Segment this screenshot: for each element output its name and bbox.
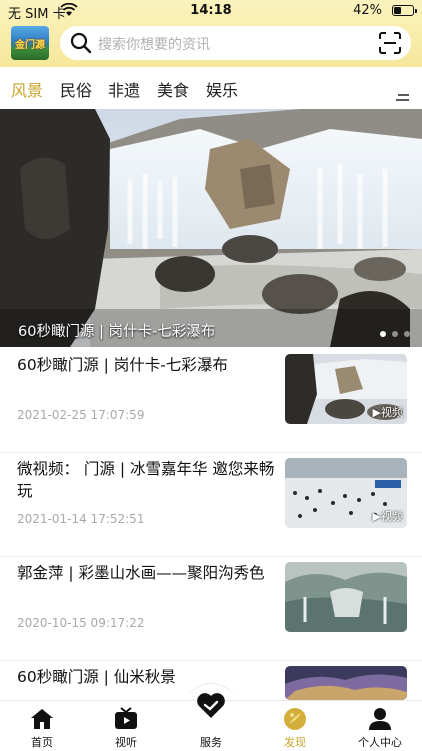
category-tab-entertainment[interactable]: 娱乐: [206, 77, 238, 101]
hero-caption: 60秒瞰门源 | 岗什卡-七彩瀑布: [18, 324, 216, 340]
video-badge-label: 视频: [381, 510, 403, 523]
tab-label: 发现: [284, 736, 306, 749]
hero-image: [0, 109, 422, 347]
hero-banner[interactable]: 60秒瞰门源 | 岗什卡-七彩瀑布: [0, 109, 422, 347]
battery-percent: 42%: [353, 3, 382, 18]
tab-label: 首页: [31, 736, 53, 749]
status-bar: 无 SIM 卡 14:18 42%: [0, 0, 422, 22]
carousel-indicator: [380, 331, 410, 337]
video-badge: ▶视频: [373, 404, 403, 420]
person-icon: [368, 707, 392, 731]
article-item[interactable]: 60秒瞰门源 | 岗什卡-七彩瀑布 2021-02-25 17:07:59 ▶视…: [0, 348, 422, 453]
tv-icon: [114, 707, 138, 731]
search-bar[interactable]: 搜索你想要的资讯: [60, 26, 411, 60]
tab-service[interactable]: 服务: [169, 693, 253, 751]
bottom-tab-bar: 首页 视听 服务 发现 个人中心: [0, 693, 422, 751]
battery-icon: [392, 5, 417, 16]
tab-label: 服务: [200, 736, 222, 749]
home-icon: [30, 707, 54, 731]
category-tab-food[interactable]: 美食: [157, 77, 189, 101]
search-icon: [69, 31, 93, 59]
carousel-dot[interactable]: [392, 331, 398, 337]
category-tabs: 风景 民俗 非遗 美食 娱乐: [0, 67, 422, 110]
article-title: 郭金萍 | 彩墨山水画——聚阳沟秀色: [17, 564, 265, 582]
tab-home[interactable]: 首页: [0, 701, 84, 751]
article-title: 微视频： 门源 | 冰雪嘉年华 邀您来畅玩: [17, 460, 275, 500]
discover-icon: [283, 707, 307, 731]
play-icon: ▶: [372, 510, 381, 523]
category-menu-icon[interactable]: [396, 87, 410, 106]
logo-text: 金门源: [15, 40, 45, 51]
carousel-dot[interactable]: [404, 331, 410, 337]
video-badge: ▶视频: [373, 508, 403, 524]
category-tab-folk[interactable]: 民俗: [60, 77, 92, 101]
tab-discover[interactable]: 发现: [253, 701, 337, 751]
search-placeholder: 搜索你想要的资讯: [98, 37, 210, 53]
app-logo[interactable]: 金门源: [11, 26, 49, 60]
article-title: 60秒瞰门源 | 岗什卡-七彩瀑布: [17, 356, 228, 374]
scan-icon[interactable]: [379, 32, 401, 58]
article-date: 2020-10-15 09:17:22: [17, 616, 145, 630]
tab-profile[interactable]: 个人中心: [338, 701, 422, 751]
play-icon: ▶: [372, 406, 381, 419]
top-bar: 无 SIM 卡 14:18 42% 金门源 搜索你想要的资讯: [0, 0, 422, 67]
article-title: 60秒瞰门源 | 仙米秋景: [17, 668, 176, 686]
article-date: 2021-02-25 17:07:59: [17, 408, 145, 422]
tab-audiovisual[interactable]: 视听: [84, 701, 168, 751]
video-badge-label: 视频: [381, 406, 403, 419]
carousel-dot[interactable]: [380, 331, 386, 337]
heart-icon: [195, 689, 227, 721]
article-thumbnail: ▶视频: [285, 354, 407, 424]
article-thumbnail: [285, 562, 407, 632]
tab-label: 视听: [115, 736, 137, 749]
article-date: 2021-01-14 17:52:51: [17, 512, 145, 526]
article-thumbnail: ▶视频: [285, 458, 407, 528]
article-item[interactable]: 微视频： 门源 | 冰雪嘉年华 邀您来畅玩 2021-01-14 17:52:5…: [0, 452, 422, 557]
category-tab-scenery[interactable]: 风景: [11, 77, 43, 101]
article-thumbnail: [285, 666, 407, 700]
tab-label: 个人中心: [358, 736, 402, 749]
category-tab-heritage[interactable]: 非遗: [108, 77, 140, 101]
article-item[interactable]: 郭金萍 | 彩墨山水画——聚阳沟秀色 2020-10-15 09:17:22: [0, 556, 422, 661]
